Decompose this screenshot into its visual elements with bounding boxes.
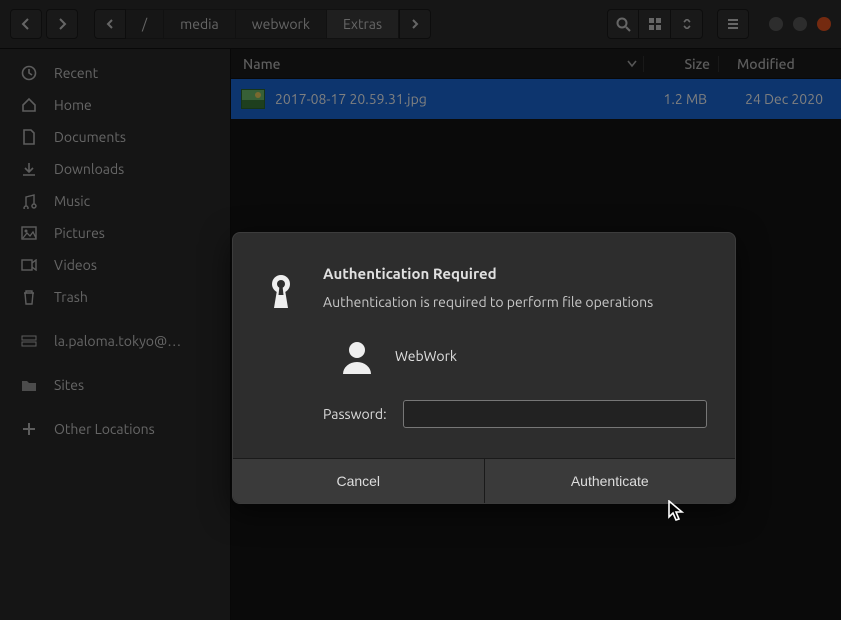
sidebar-item-music[interactable]: Music [0,185,230,217]
document-icon [20,129,38,145]
column-header-size[interactable]: Size [644,56,710,72]
picture-icon [20,226,38,240]
sidebar-item-label: Documents [54,129,126,145]
view-options-button[interactable] [671,9,703,39]
sidebar-item-label: Trash [54,289,88,305]
plus-icon [20,422,38,436]
cancel-button[interactable]: Cancel [233,459,485,503]
user-avatar-icon [339,338,375,374]
sidebar-item-downloads[interactable]: Downloads [0,153,230,185]
path-next-button[interactable] [399,9,431,39]
sidebar-item-trash[interactable]: Trash [0,281,230,313]
sidebar-item-videos[interactable]: Videos [0,249,230,281]
sidebar-item-label: Home [54,97,92,113]
column-headers: Name Size Modified [231,49,841,79]
password-label: Password: [323,406,387,422]
column-header-name[interactable]: Name [231,56,643,72]
sidebar-item-recent[interactable]: Recent [0,57,230,89]
sidebar-item-label: Sites [54,377,84,393]
download-icon [20,161,38,177]
search-button[interactable] [607,9,639,39]
keyhole-icon [261,265,301,428]
sidebar-item-home[interactable]: Home [0,89,230,121]
folder-icon [20,379,38,392]
sidebar-item-label: Downloads [54,161,124,177]
sidebar-item-label: Recent [54,65,98,81]
path-segment-webwork[interactable]: webwork [236,9,327,39]
view-grid-button[interactable] [639,9,671,39]
sidebar-item-documents[interactable]: Documents [0,121,230,153]
dialog-title: Authentication Required [323,265,707,282]
sidebar-item-other-locations[interactable]: Other Locations [0,413,230,445]
window-controls [769,17,831,31]
sidebar-item-network[interactable]: la.paloma.tokyo@… [0,325,230,357]
window-maximize-button[interactable] [793,17,807,31]
sidebar-item-sites[interactable]: Sites [0,369,230,401]
dialog-user-name: WebWork [395,348,457,364]
toolbar: / media webwork Extras [0,0,841,49]
back-button[interactable] [10,9,42,39]
window-minimize-button[interactable] [769,17,783,31]
sidebar: Recent Home Documents Downloads Music Pi… [0,49,231,620]
sidebar-item-label: la.paloma.tokyo@… [54,333,181,349]
image-thumbnail-icon [241,89,265,109]
dialog-message: Authentication is required to perform fi… [323,294,707,310]
file-row[interactable]: 2017-08-17 20.59.31.jpg 1.2 MB 24 Dec 20… [231,79,841,119]
path-segment-extras[interactable]: Extras [327,9,399,39]
clock-icon [20,65,38,81]
authenticate-button[interactable]: Authenticate [485,459,736,503]
sidebar-item-label: Videos [54,257,97,273]
home-icon [20,97,38,113]
auth-dialog: Authentication Required Authentication i… [232,232,736,504]
window-close-button[interactable] [817,17,831,31]
sidebar-item-label: Pictures [54,225,105,241]
file-modified: 24 Dec 2020 [717,91,831,107]
path-segment-root[interactable]: / [126,9,164,39]
password-input[interactable] [403,400,707,428]
video-icon [20,259,38,271]
trash-icon [20,289,38,305]
file-name: 2017-08-17 20.59.31.jpg [275,91,631,107]
column-header-modified[interactable]: Modified [727,56,841,72]
server-icon [20,335,38,347]
file-size: 1.2 MB [641,91,707,107]
sidebar-item-pictures[interactable]: Pictures [0,217,230,249]
forward-button[interactable] [46,9,78,39]
path-segment-media[interactable]: media [164,9,236,39]
sort-descending-icon [627,60,637,68]
path-bar: / media webwork Extras [94,9,431,39]
menu-button[interactable] [717,9,749,39]
music-icon [20,193,38,209]
sidebar-item-label: Other Locations [54,421,155,437]
sidebar-item-label: Music [54,193,90,209]
path-prev-button[interactable] [94,9,126,39]
